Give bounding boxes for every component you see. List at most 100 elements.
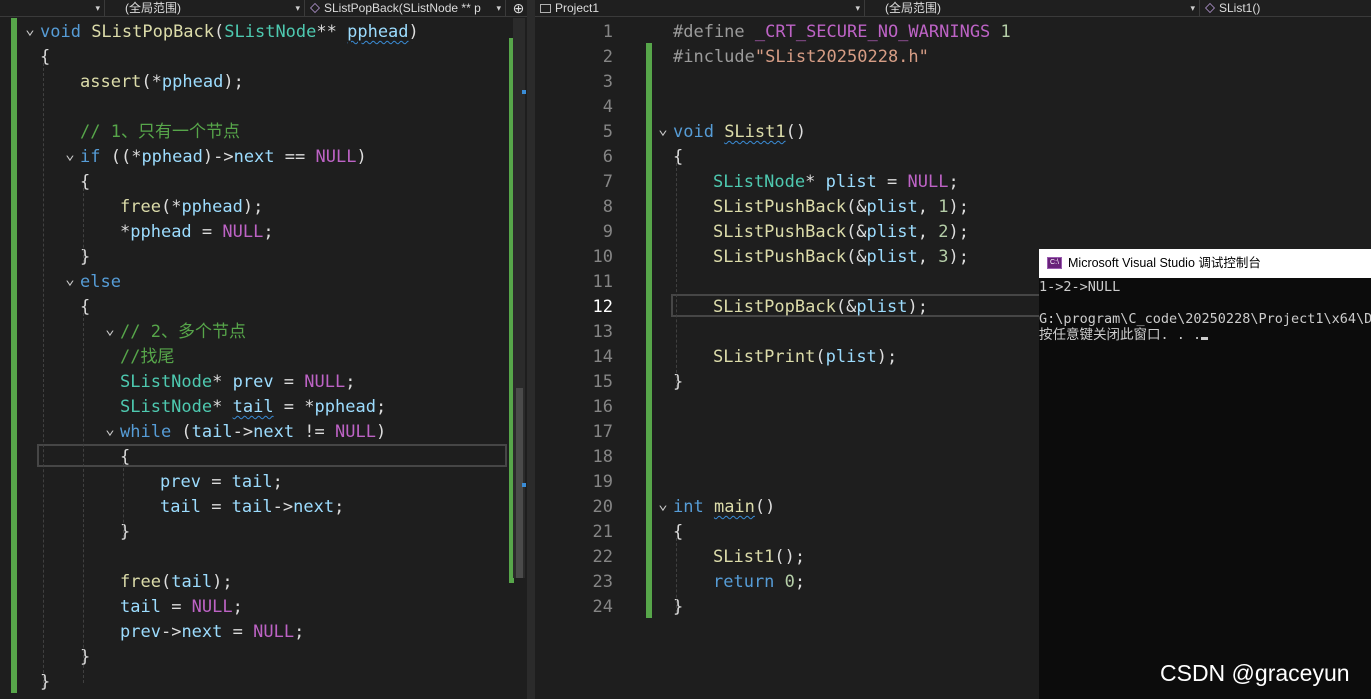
code-token: ;	[345, 372, 356, 392]
code-line[interactable]: }	[120, 520, 130, 545]
code-token: prev	[120, 622, 161, 642]
line-number: 15	[592, 372, 613, 392]
line-number: 7	[602, 172, 613, 192]
code-token: pphead	[314, 397, 376, 417]
code-line[interactable]: }	[673, 370, 683, 395]
left-change-bar	[11, 18, 17, 693]
code-line[interactable]: #define _CRT_SECURE_NO_WARNINGS 1	[673, 20, 1011, 45]
debug-console-window[interactable]: C:\ Microsoft Visual Studio 调试控制台 1->2->…	[1039, 249, 1371, 699]
right-nav-project-dropdown[interactable]: Project1 ▾	[535, 0, 865, 17]
code-token: 1	[938, 197, 949, 217]
code-line[interactable]: SListNode* tail = *pphead;	[120, 395, 386, 420]
code-line[interactable]: }	[40, 670, 50, 695]
left-nav-member-dropdown[interactable]: SListPopBack(SListNode ** p ▾	[305, 0, 506, 17]
code-line[interactable]: SListPrint(plist);	[713, 345, 897, 370]
line-number: 5	[602, 122, 613, 142]
method-icon	[1205, 3, 1215, 13]
left-nav-file-dropdown[interactable]: ▾	[0, 0, 105, 17]
code-line[interactable]: }	[673, 595, 683, 620]
code-line[interactable]: tail = tail->next;	[160, 495, 344, 520]
code-line[interactable]: free(*pphead);	[120, 195, 263, 220]
project-icon	[540, 4, 551, 13]
code-token: *	[120, 222, 131, 242]
code-line[interactable]: {	[40, 45, 50, 70]
code-line[interactable]: SList1();	[713, 545, 805, 570]
code-token: ;	[334, 497, 345, 517]
fold-chevron-icon[interactable]: ⌄	[656, 116, 670, 141]
code-line[interactable]: int main()	[673, 495, 775, 520]
code-token: );	[948, 197, 969, 217]
code-line[interactable]: }	[80, 645, 90, 670]
code-line[interactable]: SListNode* prev = NULL;	[120, 370, 355, 395]
left-nav-member-label: SListPopBack(SListNode ** p	[324, 1, 481, 15]
left-nav-scope-dropdown[interactable]: (全局范围) ▾	[105, 0, 305, 17]
code-token: ,	[917, 247, 939, 267]
code-token: {	[40, 47, 51, 67]
code-line[interactable]: prev = tail;	[160, 470, 283, 495]
right-nav-member-dropdown[interactable]: SList1()	[1200, 0, 1371, 17]
code-line[interactable]: // 1、只有一个节点	[80, 120, 240, 145]
code-line[interactable]: *pphead = NULL;	[120, 220, 274, 245]
code-token: // 1、只有一个节点	[80, 122, 240, 142]
left-editor-pane[interactable]: ⌄ void SListPopBack(SListNode** pphead){a…	[0, 18, 527, 699]
chevron-down-icon: ▾	[295, 3, 300, 13]
line-number: 2	[602, 47, 613, 67]
split-divider[interactable]	[527, 0, 535, 699]
code-line[interactable]: {	[80, 295, 90, 320]
right-nav-member-label: SList1()	[1219, 1, 1261, 15]
code-token: tail	[171, 572, 213, 592]
code-token: (&	[835, 297, 857, 317]
code-line[interactable]: tail = NULL;	[120, 595, 243, 620]
code-line[interactable]: SListPushBack(&plist, 2);	[713, 220, 969, 245]
code-line[interactable]: }	[80, 245, 90, 270]
code-token: ;	[272, 472, 283, 492]
line-number: 20	[592, 497, 613, 517]
indent-guide	[676, 538, 677, 613]
code-token: );	[242, 197, 264, 217]
code-token: =	[273, 372, 305, 392]
code-line[interactable]: {	[673, 145, 683, 170]
code-line[interactable]: void SListPopBack(SListNode** pphead)	[40, 20, 419, 45]
fold-chevron-icon[interactable]: ⌄	[103, 416, 117, 441]
line-number: 16	[592, 397, 613, 417]
code-line[interactable]: // 2、多个节点	[120, 320, 246, 345]
code-line[interactable]: #include"SList20250228.h"	[673, 45, 929, 70]
code-line[interactable]: free(tail);	[120, 570, 233, 595]
code-line[interactable]: {	[120, 445, 130, 470]
code-line[interactable]: else	[80, 270, 121, 295]
code-token: plist	[866, 247, 918, 267]
fold-chevron-icon[interactable]: ⌄	[103, 316, 117, 341]
code-token: NULL	[304, 372, 346, 392]
indent-guide	[676, 163, 677, 388]
code-token: ,	[917, 222, 939, 242]
fold-chevron-icon[interactable]: ⌄	[656, 491, 670, 516]
right-nav-scope-dropdown[interactable]: (全局范围) ▾	[865, 0, 1200, 17]
code-line[interactable]: SListPopBack(&plist);	[713, 295, 928, 320]
code-line[interactable]: SListPushBack(&plist, 1);	[713, 195, 969, 220]
code-token: tail	[120, 597, 161, 617]
code-line[interactable]: SListPushBack(&plist, 3);	[713, 245, 969, 270]
code-line[interactable]: return 0;	[713, 570, 805, 595]
left-vertical-scrollbar[interactable]	[513, 18, 526, 578]
left-navigation-bar: ▾ (全局范围) ▾ SListPopBack(SListNode ** p ▾…	[0, 0, 531, 17]
code-token: );	[907, 297, 928, 317]
code-token: NULL	[222, 222, 264, 242]
fold-chevron-icon[interactable]: ⌄	[23, 18, 37, 41]
code-line[interactable]: void SList1()	[673, 120, 806, 145]
code-token: {	[80, 297, 91, 317]
fold-chevron-icon[interactable]: ⌄	[63, 141, 77, 166]
code-token: *	[805, 172, 826, 192]
code-line[interactable]: assert(*pphead);	[80, 70, 244, 95]
code-line[interactable]: prev->next = NULL;	[120, 620, 304, 645]
code-line[interactable]: {	[673, 520, 683, 545]
chevron-down-icon: ▾	[95, 3, 100, 13]
console-title-bar[interactable]: C:\ Microsoft Visual Studio 调试控制台	[1039, 249, 1371, 278]
code-line[interactable]: {	[80, 170, 90, 195]
code-line[interactable]: if ((*pphead)->next == NULL)	[80, 145, 367, 170]
code-line[interactable]: SListNode* plist = NULL;	[713, 170, 959, 195]
code-line[interactable]: //找尾	[120, 345, 174, 370]
fold-chevron-icon[interactable]: ⌄	[63, 266, 77, 291]
code-line[interactable]: while (tail->next != NULL)	[120, 420, 386, 445]
code-token: NULL	[315, 147, 357, 167]
code-token: _CRT_SECURE_NO_WARNINGS	[754, 22, 991, 42]
